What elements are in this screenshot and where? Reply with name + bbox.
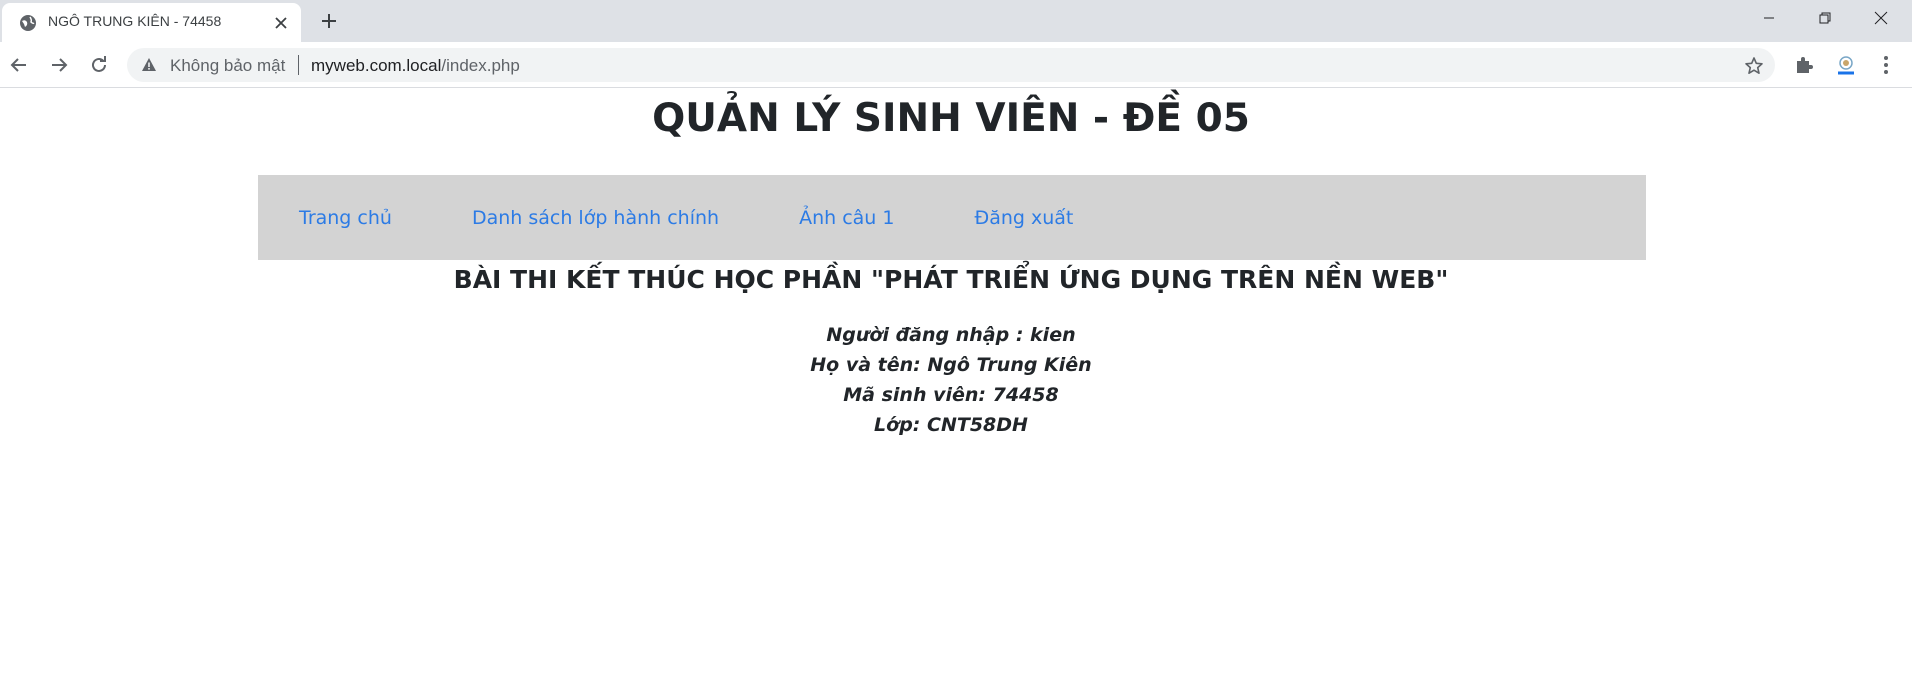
reload-icon[interactable]: [85, 51, 113, 79]
info-full-name: Họ và tên: Ngô Trung Kiên: [810, 354, 1092, 376]
nav-link-logout[interactable]: Đăng xuất: [974, 207, 1073, 229]
exam-heading: BÀI THI KẾT THÚC HỌC PHẦN "PHÁT TRIỂN ỨN…: [453, 265, 1449, 294]
tab-title: NGÔ TRUNG KIÊN - 74458: [48, 13, 222, 29]
url-path: /index.php: [441, 56, 520, 75]
minimize-window-button[interactable]: [1746, 0, 1792, 36]
page-title: QUẢN LÝ SINH VIÊN - ĐỀ 05: [652, 96, 1250, 141]
close-tab-icon[interactable]: [272, 14, 290, 32]
address-separator: [298, 55, 299, 75]
student-info: Người đăng nhập : kien Họ và tên: Ngô Tr…: [0, 320, 1902, 440]
close-window-button[interactable]: [1858, 0, 1904, 36]
puzzle-icon[interactable]: [1792, 53, 1816, 77]
nav-link-question-image[interactable]: Ảnh câu 1: [799, 207, 894, 229]
address-bar[interactable]: Không bảo mật myweb.com.local/index.php: [127, 48, 1775, 82]
browser-toolbar: Không bảo mật myweb.com.local/index.php: [0, 42, 1912, 88]
browser-tab[interactable]: NGÔ TRUNG KIÊN - 74458: [2, 3, 301, 42]
url-text[interactable]: myweb.com.local/index.php: [311, 56, 520, 76]
nav-link-class-list[interactable]: Danh sách lớp hành chính: [472, 207, 719, 229]
info-login-user: Người đăng nhập : kien: [826, 324, 1076, 346]
kebab-menu-icon[interactable]: [1874, 53, 1898, 77]
profile-icon[interactable]: [1834, 53, 1858, 77]
star-icon[interactable]: [1744, 56, 1764, 76]
new-tab-button[interactable]: [316, 8, 342, 34]
url-host: myweb.com.local: [311, 56, 442, 75]
main-nav: Trang chủ Danh sách lớp hành chính Ảnh c…: [258, 175, 1646, 260]
globe-icon: [19, 14, 37, 32]
browser-tabstrip: NGÔ TRUNG KIÊN - 74458: [0, 0, 1912, 42]
restore-window-button[interactable]: [1802, 0, 1848, 36]
info-class: Lớp: CNT58DH: [874, 414, 1028, 436]
arrow-left-icon[interactable]: [5, 51, 33, 79]
nav-link-home[interactable]: Trang chủ: [299, 207, 392, 229]
security-label[interactable]: Không bảo mật: [170, 56, 285, 76]
arrow-right-icon[interactable]: [45, 51, 73, 79]
warning-icon[interactable]: [141, 57, 157, 73]
info-student-id: Mã sinh viên: 74458: [843, 384, 1059, 406]
page-content: QUẢN LÝ SINH VIÊN - ĐỀ 05 Trang chủ Danh…: [0, 88, 1912, 685]
